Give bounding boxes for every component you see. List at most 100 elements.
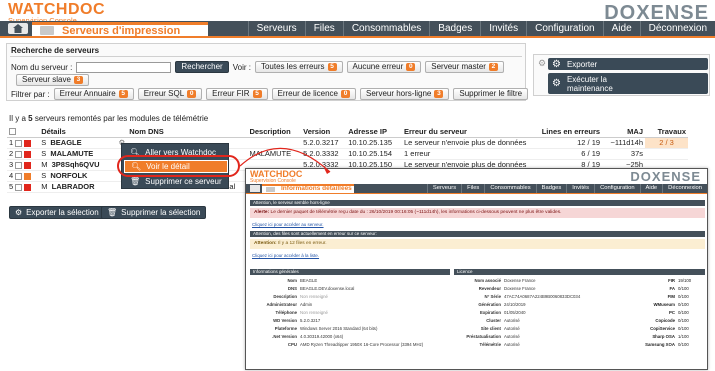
menu-item-queues[interactable]: Files — [304, 21, 343, 36]
menu-item-consumables[interactable]: Consommables — [342, 21, 429, 36]
popup-menu-servers[interactable]: Serveurs — [426, 184, 461, 193]
col-dns[interactable]: Nom DNS — [127, 126, 248, 138]
row-checkbox[interactable] — [15, 150, 23, 158]
export-button[interactable]: ⚙ Exporter — [548, 58, 708, 70]
filter-license-error-label: Erreur de licence — [277, 89, 338, 98]
feature-value: 0/100 — [678, 302, 689, 307]
table-row[interactable]: 2 S MALAMUTE MALAMUTE 5.2.0.3332 10.10.2… — [7, 148, 688, 160]
general-info-key: .Net Version — [272, 334, 297, 339]
general-info-row: Administrateur Admin — [250, 302, 312, 308]
server-name[interactable]: 3P8Sqh6QVU — [52, 160, 100, 169]
select-all-header[interactable] — [7, 126, 40, 138]
export-selection-button[interactable]: ⚙ Exporter la sélection — [9, 206, 105, 219]
filter-fir-error-button[interactable]: Erreur FIR 5 — [206, 88, 268, 100]
filter-slave-button[interactable]: Serveur slave 3 — [16, 74, 89, 86]
clear-filter-button[interactable]: Supprimer le filtre — [453, 88, 529, 100]
filter-no-error-button[interactable]: Aucune erreur 0 — [346, 61, 422, 73]
col-error-lines[interactable]: Lines en erreurs — [537, 126, 603, 138]
count-badge: 0 — [187, 90, 197, 98]
server-name[interactable]: BEAGLE — [50, 138, 81, 147]
menu-item-configuration[interactable]: Configuration — [526, 21, 602, 36]
home-button[interactable] — [8, 23, 28, 34]
popup-menu-logout[interactable]: Déconnexion — [662, 184, 707, 193]
trash-icon: 🗑︎ — [107, 208, 118, 217]
feature-row: Copicode 0/100 — [638, 318, 688, 324]
popup-home-button[interactable] — [250, 185, 260, 192]
count-badge: 5 — [327, 63, 337, 71]
run-maintenance-label: Exécuter la maintenance — [567, 75, 613, 93]
popup-menu-consumables[interactable]: Consommables — [484, 184, 535, 193]
access-list-link[interactable]: Cliquez ici pour accéder à la liste. — [252, 253, 319, 258]
filter-license-error-button[interactable]: Erreur de licence 0 — [271, 88, 356, 100]
row-details-cell: S MALAMUTE — [39, 148, 128, 160]
general-info-row: DNS BEAGLE.DEV.doxense.local — [250, 286, 354, 292]
filter-no-error-label: Aucune erreur — [352, 62, 404, 71]
col-details[interactable]: Détails — [39, 126, 128, 138]
row-checkbox[interactable] — [15, 172, 23, 180]
menu-item-help[interactable]: Aide — [602, 21, 640, 36]
row-checkbox[interactable] — [15, 139, 23, 147]
general-info-row: Nom BEAGLE — [250, 278, 317, 284]
filter-all-errors-label: Toutes les erreurs — [260, 62, 325, 71]
table-header-row: Détails Nom DNS Description Version Adre… — [7, 126, 688, 138]
col-version[interactable]: Version — [301, 126, 347, 138]
license-row: Site client Autorisé — [454, 326, 520, 332]
server-name[interactable]: NORFOLK — [50, 171, 87, 180]
feature-key: FIR — [668, 278, 675, 283]
row-select-cell: 1 — [7, 137, 40, 149]
filter-slave-label: Serveur slave — [22, 75, 71, 84]
server-name[interactable]: LABRADOR — [52, 182, 95, 191]
offline-alert-text: Le dernier paquet de télémétrie reçu dat… — [270, 210, 562, 215]
offline-alert: Alerte: Le dernier paquet de télémétrie … — [250, 208, 705, 218]
menu-item-guests[interactable]: Invités — [480, 21, 526, 36]
menu-item-logout[interactable]: Déconnexion — [639, 21, 715, 36]
popup-menu-queues[interactable]: Files — [461, 184, 484, 193]
row-checkbox[interactable] — [15, 183, 23, 191]
filter-all-errors-button[interactable]: Toutes les erreurs 5 — [254, 61, 343, 73]
col-server-error[interactable]: Erreur du serveur — [402, 126, 538, 138]
status-indicator — [24, 161, 32, 169]
col-ip[interactable]: Adresse IP — [346, 126, 403, 138]
server-error: 1 erreur — [402, 148, 538, 160]
popup-menu-configuration[interactable]: Configuration — [594, 184, 639, 193]
gear-icon: ⚙ — [15, 208, 23, 217]
table-row[interactable]: 1 S BEAGLE ⚙ 5.2.0.3217 10.10.25.135 Le … — [7, 137, 688, 149]
feature-row: CopiService 0/100 — [638, 326, 689, 332]
select-all-checkbox[interactable] — [9, 128, 16, 136]
col-jobs[interactable]: Travaux — [645, 126, 688, 138]
popup-menu-badges[interactable]: Badges — [535, 184, 567, 193]
menu-item-servers[interactable]: Serveurs — [247, 21, 305, 36]
general-info-key: Téléphone — [275, 310, 298, 315]
license-value: Doxense France — [504, 286, 536, 291]
filter-sql-error-button[interactable]: Erreur SQL 0 — [137, 88, 203, 100]
filter-directory-error-button[interactable]: Erreur Annuaire 5 — [53, 88, 134, 100]
highlight-annotation — [117, 155, 240, 177]
delete-selection-label: Supprimer la sélection — [121, 208, 201, 217]
tab-print-servers[interactable]: Serveurs d'impression — [32, 22, 208, 37]
row-details-cell: S BEAGLE ⚙ — [39, 137, 128, 149]
status-indicator — [24, 172, 32, 180]
server-name-label: Nom du serveur : — [11, 62, 73, 72]
col-update[interactable]: MAJ — [602, 126, 645, 138]
access-server-link[interactable]: Cliquez ici pour accéder au serveur. — [252, 222, 324, 227]
delete-selection-button[interactable]: 🗑︎ Supprimer la sélection — [101, 206, 207, 219]
summary-count: 5 — [28, 114, 33, 123]
row-checkbox[interactable] — [15, 161, 23, 169]
count-badge: 3 — [434, 90, 444, 98]
actions-panel: ⚙ ⚙ Exporter ⚙ Exécuter la maintenance — [533, 54, 710, 96]
popup-tab-details[interactable]: Informations détaillées — [262, 184, 354, 193]
popup-menu-help[interactable]: Aide — [639, 184, 663, 193]
filter-master-button[interactable]: Serveur master 2 — [425, 61, 504, 73]
search-button[interactable]: Rechercher — [175, 61, 229, 73]
run-maintenance-button[interactable]: ⚙ Exécuter la maintenance — [548, 73, 708, 94]
filter-offline-button[interactable]: Serveur hors-ligne 3 — [360, 88, 450, 100]
general-info-key: Plateforme — [274, 326, 297, 331]
row-details-cell: M LABRADOR — [39, 181, 128, 193]
queues-error-alert: Attention: Il y a 12 files en erreur. — [250, 239, 705, 249]
col-description[interactable]: Description — [247, 126, 302, 138]
server-name-input[interactable] — [76, 61, 172, 73]
popup-logo: WATCHDOC Supervision Console — [250, 170, 302, 184]
server-name[interactable]: MALAMUTE — [50, 149, 93, 158]
menu-item-badges[interactable]: Badges — [429, 21, 480, 36]
popup-menu-guests[interactable]: Invités — [566, 184, 594, 193]
